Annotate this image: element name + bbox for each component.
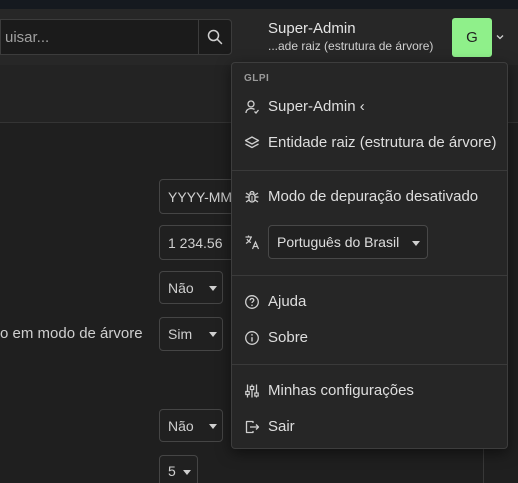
top-strip — [0, 0, 518, 9]
tree-mode-select[interactable]: Sim — [159, 317, 223, 351]
select-1-value: Não — [168, 279, 194, 296]
translate-icon — [245, 235, 260, 250]
user-entity: ...ade raiz (estrutura de árvore) — [268, 39, 434, 53]
top-header: Super-Admin ...ade raiz (estrutura de ár… — [0, 9, 518, 65]
menu-item-help-label: Ajuda — [268, 293, 307, 310]
menu-divider — [232, 364, 507, 365]
caret-down-icon — [209, 332, 217, 337]
user-name: Super-Admin — [268, 20, 356, 37]
search-icon — [207, 29, 223, 45]
select-2-value: Sim — [168, 326, 193, 342]
number-format-value: 1 234.56 — [168, 234, 223, 251]
user-icon — [245, 100, 259, 114]
select-3-value: Não — [168, 417, 194, 434]
language-select[interactable]: Português do Brasil — [268, 225, 428, 259]
caret-down-icon — [412, 241, 420, 246]
menu-item-about-label: Sobre — [268, 329, 309, 346]
menu-item-profile[interactable]: Super-Admin ‹ — [232, 92, 507, 122]
menu-item-debug-label: Modo de depuração desativado — [268, 188, 479, 205]
layers-icon — [244, 136, 260, 149]
user-menu-toggle[interactable]: Super-Admin ...ade raiz (estrutura de ár… — [268, 19, 458, 59]
menu-item-help[interactable]: Ajuda — [232, 287, 507, 317]
select-field-4[interactable]: 5 — [159, 455, 198, 483]
menu-item-settings-label: Minhas configurações — [268, 382, 414, 399]
user-dropdown-menu: GLPI Super-Admin ‹ Entidade raiz (estrut… — [231, 62, 508, 449]
menu-divider — [232, 275, 507, 276]
sliders-icon — [245, 384, 259, 398]
select-field-3[interactable]: Não — [159, 409, 223, 442]
menu-item-debug[interactable]: Modo de depuração desativado — [232, 182, 507, 212]
menu-divider — [232, 170, 507, 171]
avatar-initial: G — [466, 29, 478, 46]
search-button[interactable] — [198, 19, 232, 55]
chevron-down-icon[interactable] — [494, 31, 506, 43]
select-4-value: 5 — [168, 463, 176, 479]
menu-item-entity-label: Entidade raiz (estrutura de árvore) — [268, 134, 497, 151]
caret-down-icon — [209, 286, 217, 291]
bug-icon — [245, 190, 259, 203]
page: Super-Admin ...ade raiz (estrutura de ár… — [0, 0, 518, 483]
caret-down-icon — [209, 424, 217, 429]
tree-mode-label: o em modo de árvore — [0, 325, 143, 342]
avatar[interactable]: G — [452, 18, 492, 57]
menu-item-about[interactable]: Sobre — [232, 323, 507, 353]
menu-item-logout-label: Sair — [268, 418, 295, 435]
menu-item-entity[interactable]: Entidade raiz (estrutura de árvore) — [232, 128, 507, 158]
menu-item-settings[interactable]: Minhas configurações — [232, 376, 507, 406]
caret-down-icon — [183, 470, 191, 475]
info-circle-icon — [245, 331, 259, 345]
language-select-value: Português do Brasil — [277, 234, 400, 250]
date-format-value: YYYY-MM — [168, 188, 233, 205]
logout-icon — [245, 420, 260, 434]
select-field-1[interactable]: Não — [159, 271, 223, 304]
menu-section-title: GLPI — [244, 73, 270, 84]
help-circle-icon — [245, 295, 259, 309]
menu-item-profile-label: Super-Admin ‹ — [268, 98, 365, 115]
menu-item-logout[interactable]: Sair — [232, 412, 507, 442]
